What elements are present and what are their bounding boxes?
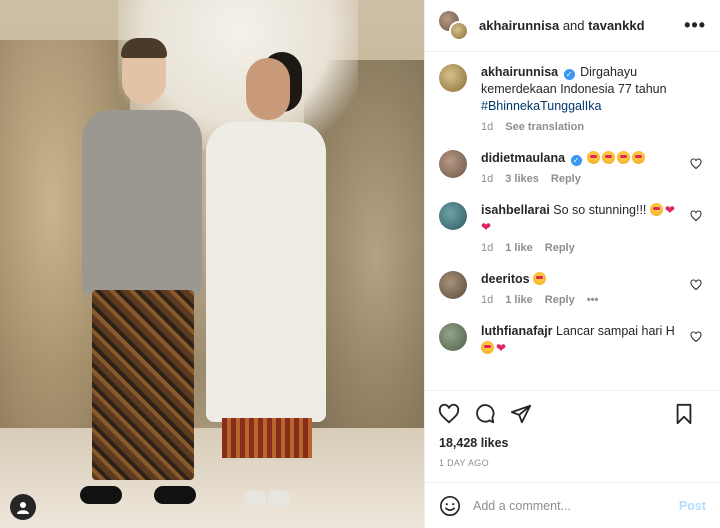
avatar-stack[interactable] xyxy=(439,10,469,41)
comment-likes[interactable]: 1 like xyxy=(505,292,533,309)
man-shoe xyxy=(154,486,196,504)
woman-shoe xyxy=(268,490,290,508)
heart-eyes-emoji xyxy=(617,151,631,164)
avatar xyxy=(449,20,469,41)
comment-username[interactable]: luthfianafajr xyxy=(481,324,553,338)
comment-age[interactable]: 1d xyxy=(481,171,493,188)
comment-options-icon[interactable]: ••• xyxy=(587,292,599,309)
man-batik xyxy=(92,290,194,480)
author-link[interactable]: tavankkd xyxy=(588,18,644,33)
man-hair xyxy=(121,38,167,58)
comment-username[interactable]: isahbellarai xyxy=(481,203,550,217)
heart-eyes-emoji xyxy=(649,203,663,216)
post-button[interactable]: Post xyxy=(679,499,706,513)
action-bar xyxy=(425,390,720,436)
comment-age[interactable]: 1d xyxy=(481,292,493,309)
heart-icon[interactable] xyxy=(690,158,702,170)
list-item: luthfianafajr Lancar sampai hari H ❤ xyxy=(439,323,706,357)
red-heart-emoji: ❤ xyxy=(481,220,492,234)
post-authors: akhairunnisa and tavankkd xyxy=(479,18,645,33)
woman-skirt xyxy=(222,418,312,458)
user-tag-icon[interactable] xyxy=(10,494,36,520)
comment-text: Lancar sampai hari H xyxy=(556,324,675,338)
comment-composer: Post xyxy=(425,482,720,528)
author-joiner: and xyxy=(562,18,585,33)
avatar[interactable] xyxy=(439,64,467,92)
verified-icon: ✓ xyxy=(570,155,582,166)
floor xyxy=(0,428,424,528)
post-sidebar: akhairunnisa and tavankkd ••• akhairunni… xyxy=(424,0,720,528)
reply-button[interactable]: Reply xyxy=(545,292,575,309)
avatar[interactable] xyxy=(439,202,467,230)
heart-eyes-emoji xyxy=(533,272,547,285)
verified-icon: ✓ xyxy=(563,69,575,80)
red-heart-emoji: ❤ xyxy=(496,341,507,355)
list-item: isahbellarai So so stunning!!! ❤ ❤ 1d 1 … xyxy=(439,202,706,257)
list-item: didietmaulana ✓ 1d 3 likes Reply xyxy=(439,150,706,188)
woman-head xyxy=(246,58,290,120)
like-count[interactable]: 18,428 likes xyxy=(425,436,720,454)
caption-age[interactable]: 1d xyxy=(481,119,493,136)
heart-eyes-emoji xyxy=(632,151,646,164)
more-icon[interactable]: ••• xyxy=(684,16,706,34)
caption: akhairunnisa ✓ Dirgahayu kemerdekaan Ind… xyxy=(439,64,706,136)
woman-shoe xyxy=(244,490,266,508)
woman-kebaya xyxy=(206,122,326,422)
reply-button[interactable]: Reply xyxy=(545,240,575,257)
avatar[interactable] xyxy=(439,271,467,299)
heart-eyes-emoji xyxy=(481,341,494,354)
caption-hashtag[interactable]: #BhinnekaTunggalIka xyxy=(481,99,601,113)
post-viewer: akhairunnisa and tavankkd ••• akhairunni… xyxy=(0,0,720,528)
post-photo[interactable] xyxy=(0,0,424,528)
post-header: akhairunnisa and tavankkd ••• xyxy=(425,0,720,52)
comment-username[interactable]: didietmaulana xyxy=(481,151,565,165)
comment-input[interactable] xyxy=(473,498,679,513)
heart-icon[interactable] xyxy=(690,331,702,343)
comment-text: So so stunning!!! xyxy=(553,203,647,217)
comment-age[interactable]: 1d xyxy=(481,240,493,257)
bookmark-icon[interactable] xyxy=(672,402,696,426)
comment-likes[interactable]: 3 likes xyxy=(505,171,539,188)
heart-icon[interactable] xyxy=(690,279,702,291)
caption-username[interactable]: akhairunnisa xyxy=(481,65,558,79)
avatar[interactable] xyxy=(439,150,467,178)
smile-icon[interactable] xyxy=(439,495,461,517)
heart-icon[interactable] xyxy=(690,210,702,222)
man-shirt xyxy=(82,110,202,295)
avatar[interactable] xyxy=(439,323,467,351)
comments-list: akhairunnisa ✓ Dirgahayu kemerdekaan Ind… xyxy=(425,52,720,390)
heart-icon[interactable] xyxy=(437,402,461,426)
comment-icon[interactable] xyxy=(473,402,497,426)
man-shoe xyxy=(80,486,122,504)
heart-eyes-emoji xyxy=(587,151,601,164)
author-link[interactable]: akhairunnisa xyxy=(479,18,559,33)
share-icon[interactable] xyxy=(509,402,533,426)
red-heart-emoji: ❤ xyxy=(664,203,675,217)
reply-button[interactable]: Reply xyxy=(551,171,581,188)
heart-eyes-emoji xyxy=(602,151,616,164)
post-date: 1 DAY AGO xyxy=(439,458,489,468)
see-translation-button[interactable]: See translation xyxy=(505,119,584,136)
comment-username[interactable]: deeritos xyxy=(481,272,530,286)
comment-likes[interactable]: 1 like xyxy=(505,240,533,257)
list-item: deeritos 1d 1 like Reply ••• xyxy=(439,271,706,309)
